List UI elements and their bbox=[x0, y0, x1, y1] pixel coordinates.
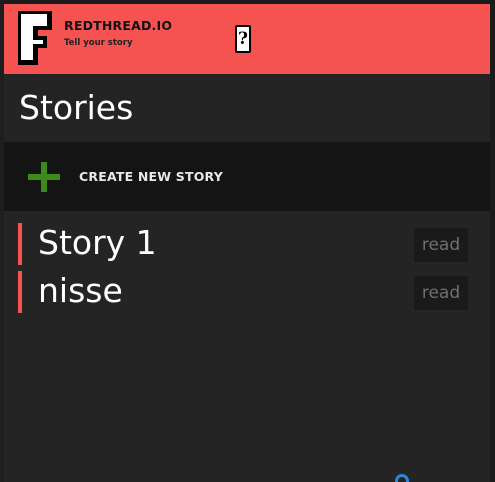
window-frame-right bbox=[490, 0, 495, 482]
help-button[interactable]: ? bbox=[235, 25, 251, 53]
story-list-item[interactable]: nisse read bbox=[18, 271, 468, 313]
create-new-story-button[interactable]: CREATE NEW STORY bbox=[4, 142, 490, 211]
story-title[interactable]: nisse bbox=[38, 271, 123, 311]
brand-title: REDTHREAD.IO bbox=[64, 18, 173, 33]
story-title[interactable]: Story 1 bbox=[38, 223, 157, 263]
read-button[interactable]: read bbox=[414, 228, 468, 262]
create-new-story-label: CREATE NEW STORY bbox=[79, 169, 223, 184]
question-mark-icon: ? bbox=[238, 28, 248, 49]
story-list-item[interactable]: Story 1 read bbox=[18, 223, 468, 265]
app-root: REDTHREAD.IO Tell your story ? Stories C… bbox=[0, 0, 495, 482]
app-logo[interactable] bbox=[18, 11, 54, 65]
brand-tagline: Tell your story bbox=[64, 38, 133, 48]
plus-icon bbox=[28, 162, 60, 192]
partial-circle-icon bbox=[395, 474, 409, 482]
page-title: Stories bbox=[19, 88, 134, 127]
read-button[interactable]: read bbox=[414, 276, 468, 310]
app-header: REDTHREAD.IO Tell your story ? bbox=[4, 4, 490, 74]
